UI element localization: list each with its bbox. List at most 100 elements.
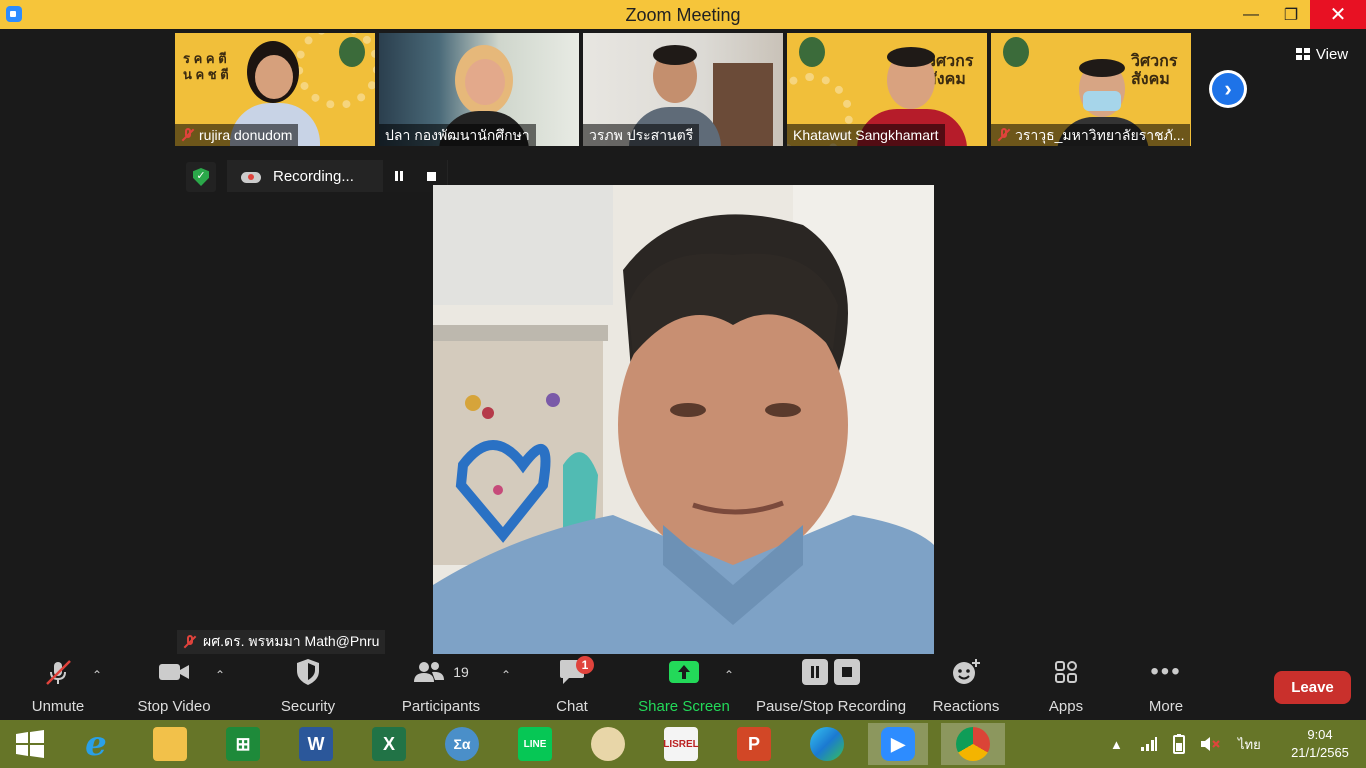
active-speaker-video bbox=[433, 185, 934, 654]
pause-stop-recording-button[interactable]: Pause/Stop Recording bbox=[752, 654, 910, 720]
more-button[interactable]: ••• More bbox=[1136, 654, 1196, 720]
apps-button[interactable]: Apps bbox=[1036, 654, 1096, 720]
meeting-toolbar: Unmute ⌃ Stop Video ⌃ Security 19 Partic… bbox=[0, 654, 1366, 720]
store-icon: ⊞ bbox=[226, 727, 260, 761]
stop-icon bbox=[834, 659, 860, 685]
show-hidden-icons-button[interactable]: ▲ bbox=[1110, 720, 1123, 768]
start-button[interactable] bbox=[6, 723, 54, 765]
taskbar-file-explorer[interactable] bbox=[146, 723, 194, 765]
share-options-caret-icon[interactable]: ⌃ bbox=[724, 668, 734, 682]
participant-tile[interactable]: วิศวกร สังคม วราวุธ_มหาวิทยาลัยราชภั... bbox=[991, 33, 1191, 146]
maximize-button[interactable]: ❐ bbox=[1268, 0, 1314, 29]
stop-video-label: Stop Video bbox=[137, 698, 211, 715]
clock-date: 21/1/2565 bbox=[1291, 745, 1349, 760]
participants-button[interactable]: 19 Participants bbox=[398, 654, 484, 720]
chat-label: Chat bbox=[556, 698, 588, 715]
word-icon: W bbox=[299, 727, 333, 761]
reactions-button[interactable]: Reactions bbox=[928, 654, 1004, 720]
folder-icon bbox=[153, 727, 187, 761]
reactions-label: Reactions bbox=[932, 698, 1000, 715]
participant-name: ปลา กองพัฒนานักศึกษา bbox=[379, 124, 536, 146]
participant-tile[interactable]: ปลา กองพัฒนานักศึกษา bbox=[379, 33, 579, 146]
leave-button[interactable]: Leave bbox=[1274, 671, 1351, 704]
reaction-smiley-icon bbox=[953, 659, 980, 684]
taskbar-paint[interactable] bbox=[584, 723, 632, 765]
mic-muted-icon bbox=[46, 660, 71, 685]
language-indicator[interactable]: ไทย bbox=[1238, 720, 1261, 768]
participant-name-text: Khatawut Sangkhamart bbox=[793, 127, 939, 143]
muted-mic-icon bbox=[181, 128, 195, 142]
more-label: More bbox=[1148, 698, 1184, 715]
cloud-recording-icon bbox=[241, 169, 261, 183]
participant-name-text: วราวุธ_มหาวิทยาลัยราชภั... bbox=[1015, 127, 1185, 143]
participants-options-caret-icon[interactable]: ⌃ bbox=[501, 668, 511, 682]
taskbar-clock[interactable]: 9:04 21/1/2565 bbox=[1280, 726, 1360, 762]
grid-view-icon bbox=[1295, 48, 1310, 60]
participant-name: Khatawut Sangkhamart bbox=[787, 124, 945, 146]
active-speaker-name: ผศ.ดร. พรหมมา Math@Pnru bbox=[177, 630, 386, 654]
taskbar-excel[interactable]: X bbox=[365, 723, 413, 765]
participant-tile[interactable]: วิศวกร สังคม Khatawut Sangkhamart bbox=[787, 33, 987, 146]
participants-label: Participants bbox=[401, 698, 481, 715]
taskbar-powerpoint[interactable]: P bbox=[730, 723, 778, 765]
participants-count: 19 bbox=[453, 664, 469, 680]
zoom-icon: ▶ bbox=[881, 727, 915, 761]
security-label: Security bbox=[280, 698, 336, 715]
participant-name: rujira donudom bbox=[175, 124, 299, 146]
view-button[interactable]: View bbox=[1287, 39, 1357, 69]
share-screen-button[interactable]: Share Screen bbox=[636, 654, 732, 720]
participant-tile[interactable]: ร ค ค ตีน ค ช ตี rujira donudom bbox=[175, 33, 375, 146]
speaker-video-image bbox=[433, 185, 934, 654]
view-label: View bbox=[1315, 45, 1349, 63]
chat-button[interactable]: 1 Chat bbox=[542, 654, 602, 720]
more-ellipsis-icon: ••• bbox=[1150, 658, 1182, 685]
taskbar-edge[interactable] bbox=[803, 723, 851, 765]
participant-tile[interactable]: วรภพ ประสานตรี bbox=[583, 33, 783, 146]
security-button[interactable]: Security bbox=[270, 654, 346, 720]
battery-icon[interactable] bbox=[1170, 720, 1188, 768]
muted-mic-icon bbox=[997, 128, 1011, 142]
network-signal-icon[interactable] bbox=[1140, 720, 1158, 768]
taskbar-zoom[interactable]: ▶ bbox=[868, 723, 928, 765]
recording-indicator: Recording... bbox=[227, 160, 448, 192]
participant-name-text: ปลา กองพัฒนานักศึกษา bbox=[385, 127, 530, 143]
taskbar-lisrel[interactable]: LISREL bbox=[657, 723, 705, 765]
clock-time: 9:04 bbox=[1307, 727, 1333, 742]
windows-logo-icon bbox=[16, 730, 44, 758]
powerpoint-icon: P bbox=[737, 727, 771, 761]
participant-name-text: rujira donudom bbox=[199, 127, 293, 143]
speaker-muted-icon[interactable] bbox=[1200, 720, 1220, 768]
edge-icon bbox=[810, 727, 844, 761]
chrome-icon bbox=[956, 727, 990, 761]
close-button[interactable]: ✕ bbox=[1310, 0, 1366, 29]
pause-stop-recording-label: Pause/Stop Recording bbox=[755, 698, 907, 715]
apps-icon bbox=[1055, 661, 1077, 683]
active-speaker-name-text: ผศ.ดร. พรหมมา Math@Pnru bbox=[203, 633, 380, 649]
pause-recording-button[interactable] bbox=[383, 160, 415, 192]
shield-check-icon: ✓ bbox=[193, 168, 209, 186]
muted-mic-icon bbox=[183, 635, 197, 649]
chevron-right-icon: › bbox=[1212, 73, 1244, 105]
participant-name-text: วรภพ ประสานตรี bbox=[589, 127, 694, 143]
video-options-caret-icon[interactable]: ⌃ bbox=[215, 668, 225, 682]
video-camera-icon bbox=[159, 664, 189, 680]
participants-icon bbox=[414, 662, 445, 682]
taskbar-chrome[interactable] bbox=[941, 723, 1005, 765]
taskbar-word[interactable]: W bbox=[292, 723, 340, 765]
taskbar-internet-explorer[interactable]: e bbox=[72, 723, 120, 765]
encryption-shield-button[interactable]: ✓ bbox=[186, 162, 216, 192]
window-title: Zoom Meeting bbox=[625, 5, 741, 25]
audio-options-caret-icon[interactable]: ⌃ bbox=[92, 668, 102, 682]
line-app-icon: LINE bbox=[518, 727, 552, 761]
share-screen-label: Share Screen bbox=[638, 698, 730, 715]
recording-label: Recording... bbox=[273, 167, 354, 185]
next-page-button[interactable]: › bbox=[1209, 70, 1247, 108]
title-bar: Zoom Meeting — ❐ ✕ bbox=[0, 0, 1366, 29]
unmute-button[interactable]: Unmute bbox=[20, 654, 96, 720]
apps-label: Apps bbox=[1048, 698, 1084, 715]
stop-video-button[interactable]: Stop Video bbox=[134, 654, 214, 720]
taskbar-line[interactable]: LINE bbox=[511, 723, 559, 765]
taskbar-math-input[interactable]: Σα bbox=[438, 723, 486, 765]
participant-name: วรภพ ประสานตรี bbox=[583, 124, 700, 146]
taskbar-store[interactable]: ⊞ bbox=[219, 723, 267, 765]
